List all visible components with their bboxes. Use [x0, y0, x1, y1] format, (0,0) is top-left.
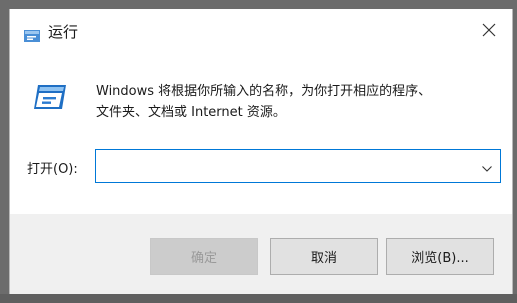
cancel-button[interactable]: 取消	[270, 238, 378, 275]
open-dropdown-button[interactable]	[474, 150, 500, 182]
description: Windows 将根据你所输入的名称，为你打开相应的程序、 文件夹、文档或 In…	[96, 81, 496, 123]
background-strip	[0, 294, 517, 303]
description-line-1: Windows 将根据你所输入的名称，为你打开相应的程序、	[96, 84, 432, 99]
run-dialog: 运行 Windows 将根据你所输入的名称，为你打开相应的程序、 文件夹、文档或…	[9, 9, 513, 301]
close-icon	[482, 22, 496, 41]
browse-button[interactable]: 浏览(B)...	[386, 238, 494, 275]
window-title: 运行	[48, 23, 79, 41]
open-label: 打开(O):	[27, 162, 78, 177]
button-bar: 确定 取消 浏览(B)...	[10, 214, 512, 301]
description-line-2: 文件夹、文档或 Internet 资源。	[96, 105, 286, 120]
title-bar[interactable]: 运行	[10, 9, 512, 53]
ok-button[interactable]: 确定	[150, 238, 258, 275]
open-combobox[interactable]	[95, 149, 501, 183]
chevron-down-icon	[482, 157, 492, 176]
run-dialog-icon	[32, 81, 72, 115]
open-input[interactable]	[96, 150, 474, 182]
close-button[interactable]	[466, 9, 512, 53]
run-app-icon	[24, 27, 40, 42]
